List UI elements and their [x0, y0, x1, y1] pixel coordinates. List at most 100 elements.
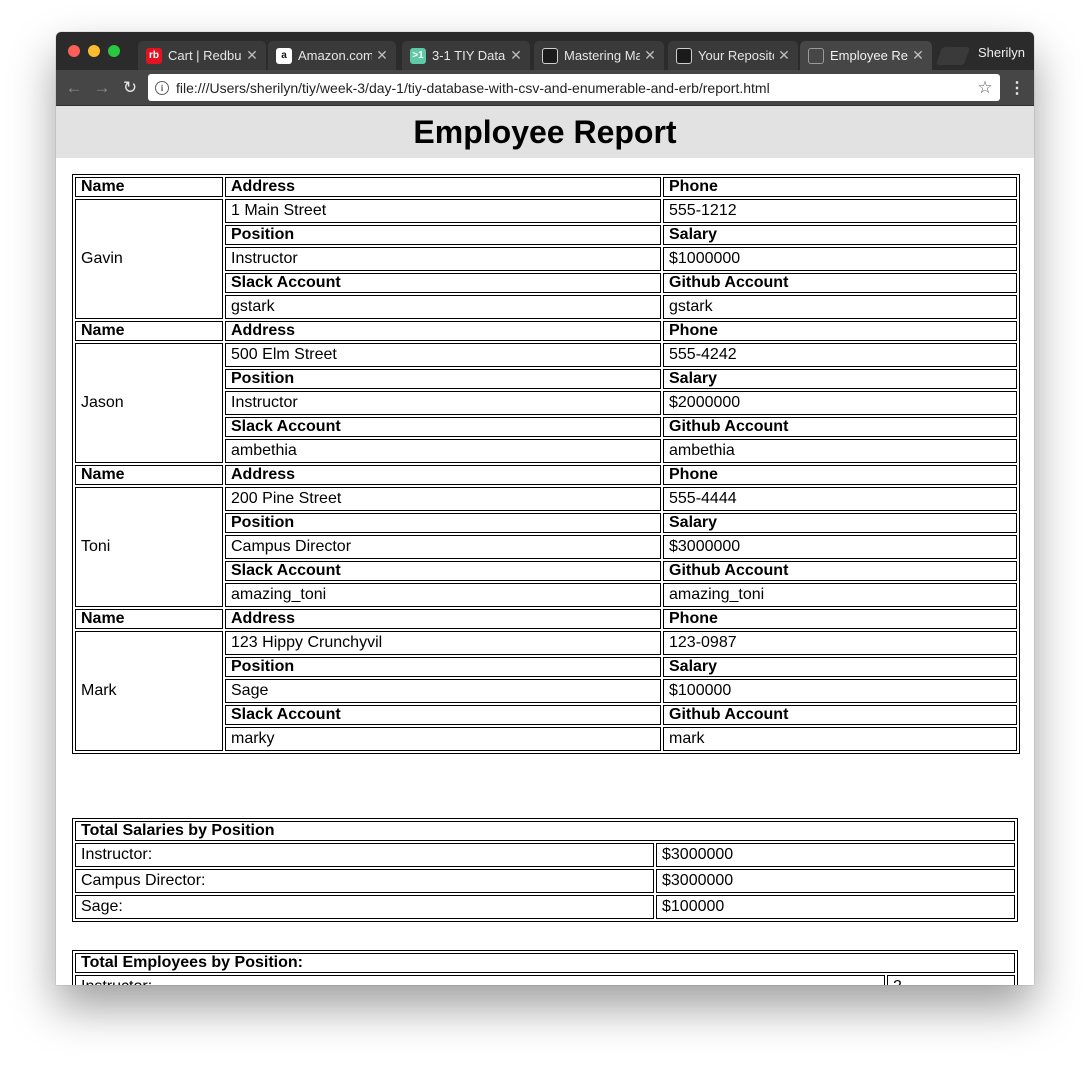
- employee-table: Name Address Phone Gavin 1 Main Street 5…: [72, 174, 1020, 754]
- tab-strip: rb Cart | Redbub ✕ a Amazon.com: ✕ >1 3-…: [56, 32, 1034, 70]
- close-icon[interactable]: ✕: [644, 47, 656, 64]
- maximize-window-button[interactable]: [108, 45, 120, 57]
- url-text[interactable]: file:///Users/sherilyn/tiy/week-3/day-1/…: [176, 80, 974, 96]
- salaries-table: Total Salaries by Position Instructor: $…: [72, 818, 1018, 922]
- count-position: Instructor:: [75, 975, 885, 985]
- address-header: Address: [225, 321, 661, 341]
- employee-salary: $2000000: [663, 391, 1017, 415]
- github-header: Github Account: [663, 273, 1017, 293]
- page-content: Employee Report Name Address Phone Gavin…: [56, 106, 1034, 985]
- phone-header: Phone: [663, 177, 1017, 197]
- close-icon[interactable]: ✕: [376, 47, 388, 64]
- table-row: Total Salaries by Position: [75, 821, 1015, 841]
- employee-phone: 555-1212: [663, 199, 1017, 223]
- tab-title: Your Reposito: [698, 48, 774, 63]
- reload-icon[interactable]: ↻: [120, 78, 140, 98]
- employee-count-table: Total Employees by Position: Instructor:…: [72, 950, 1018, 985]
- employee-github: mark: [663, 727, 1017, 751]
- salary-position: Instructor:: [75, 843, 654, 867]
- new-tab-button[interactable]: [935, 47, 971, 65]
- tab-cart-redbubble[interactable]: rb Cart | Redbub ✕: [138, 41, 266, 70]
- slack-header: Slack Account: [225, 705, 661, 725]
- employee-address: 123 Hippy Crunchyvil: [225, 631, 661, 655]
- minimize-window-button[interactable]: [88, 45, 100, 57]
- redbubble-icon: rb: [146, 47, 162, 64]
- employee-slack: ambethia: [225, 439, 661, 463]
- tab-amazon[interactable]: a Amazon.com: ✕: [268, 41, 396, 70]
- position-header: Position: [225, 513, 661, 533]
- salary-total: $100000: [656, 895, 1015, 919]
- github-header: Github Account: [663, 705, 1017, 725]
- bookmark-star-icon[interactable]: ☆: [974, 78, 996, 98]
- table-row: Name Address Phone: [75, 321, 1017, 341]
- page-title: Employee Report: [413, 113, 677, 150]
- menu-icon[interactable]: ⋮: [1009, 78, 1025, 98]
- table-row: Name Address Phone: [75, 609, 1017, 629]
- address-header: Address: [225, 177, 661, 197]
- tab-employee-report[interactable]: Employee Rep ✕: [800, 41, 932, 70]
- salary-header: Salary: [663, 513, 1017, 533]
- table-row: Instructor: $3000000: [75, 843, 1015, 867]
- employee-slack: amazing_toni: [225, 583, 661, 607]
- forward-arrow-icon[interactable]: →: [92, 78, 112, 98]
- table-row: Jason 500 Elm Street 555-4242: [75, 343, 1017, 463]
- table-row: Campus Director: $3000000: [75, 869, 1015, 893]
- employee-name: Mark: [75, 631, 223, 751]
- close-icon[interactable]: ✕: [912, 47, 924, 64]
- employee-phone: 555-4444: [663, 487, 1017, 511]
- name-header: Name: [75, 609, 223, 629]
- back-arrow-icon[interactable]: ←: [64, 78, 84, 98]
- browser-toolbar: ← → ↻ i file:///Users/sherilyn/tiy/week-…: [56, 70, 1034, 106]
- name-header: Name: [75, 177, 223, 197]
- employee-position: Instructor: [225, 391, 661, 415]
- salaries-heading: Total Salaries by Position: [75, 821, 1015, 841]
- salary-header: Salary: [663, 225, 1017, 245]
- github-header: Github Account: [663, 561, 1017, 581]
- position-header: Position: [225, 657, 661, 677]
- github-header: Github Account: [663, 417, 1017, 437]
- employee-address: 500 Elm Street: [225, 343, 661, 367]
- slack-header: Slack Account: [225, 561, 661, 581]
- slack-header: Slack Account: [225, 273, 661, 293]
- info-icon[interactable]: i: [155, 80, 169, 95]
- close-icon[interactable]: ✕: [246, 47, 258, 64]
- table-row: Name Address Phone: [75, 177, 1017, 197]
- page-header: Employee Report: [56, 106, 1034, 158]
- amazon-icon: a: [276, 47, 292, 64]
- table-row: Instructor: 2: [75, 975, 1015, 985]
- salary-header: Salary: [663, 657, 1017, 677]
- table-row: Sage: $100000: [75, 895, 1015, 919]
- employee-salary: $1000000: [663, 247, 1017, 271]
- slack-header: Slack Account: [225, 417, 661, 437]
- employee-salary: $3000000: [663, 535, 1017, 559]
- employee-github: amazing_toni: [663, 583, 1017, 607]
- tab-tiy-database[interactable]: >1 3-1 TIY Datal ✕: [402, 41, 530, 70]
- phone-header: Phone: [663, 465, 1017, 485]
- name-header: Name: [75, 321, 223, 341]
- close-icon[interactable]: ✕: [510, 47, 522, 64]
- document-icon: [808, 47, 824, 64]
- employee-salary: $100000: [663, 679, 1017, 703]
- github-icon: [676, 47, 692, 64]
- employee-slack: gstark: [225, 295, 661, 319]
- close-window-button[interactable]: [68, 45, 80, 57]
- employee-phone: 123-0987: [663, 631, 1017, 655]
- learn-icon: >1: [410, 47, 426, 64]
- employee-position: Campus Director: [225, 535, 661, 559]
- close-icon[interactable]: ✕: [778, 47, 790, 64]
- profile-button[interactable]: Sherilyn: [978, 45, 1025, 60]
- table-row: Total Employees by Position:: [75, 953, 1015, 973]
- salary-position: Sage:: [75, 895, 654, 919]
- tab-mastering[interactable]: Mastering Ma ✕: [534, 41, 664, 70]
- address-bar[interactable]: i file:///Users/sherilyn/tiy/week-3/day-…: [148, 74, 1000, 101]
- count-value: 2: [887, 975, 1015, 985]
- phone-header: Phone: [663, 321, 1017, 341]
- employee-phone: 555-4242: [663, 343, 1017, 367]
- tab-title: Cart | Redbub: [168, 48, 242, 63]
- position-header: Position: [225, 369, 661, 389]
- table-row: Name Address Phone: [75, 465, 1017, 485]
- address-header: Address: [225, 609, 661, 629]
- tab-your-repositories[interactable]: Your Reposito ✕: [668, 41, 798, 70]
- tab-title: Amazon.com:: [298, 48, 372, 63]
- phone-header: Phone: [663, 609, 1017, 629]
